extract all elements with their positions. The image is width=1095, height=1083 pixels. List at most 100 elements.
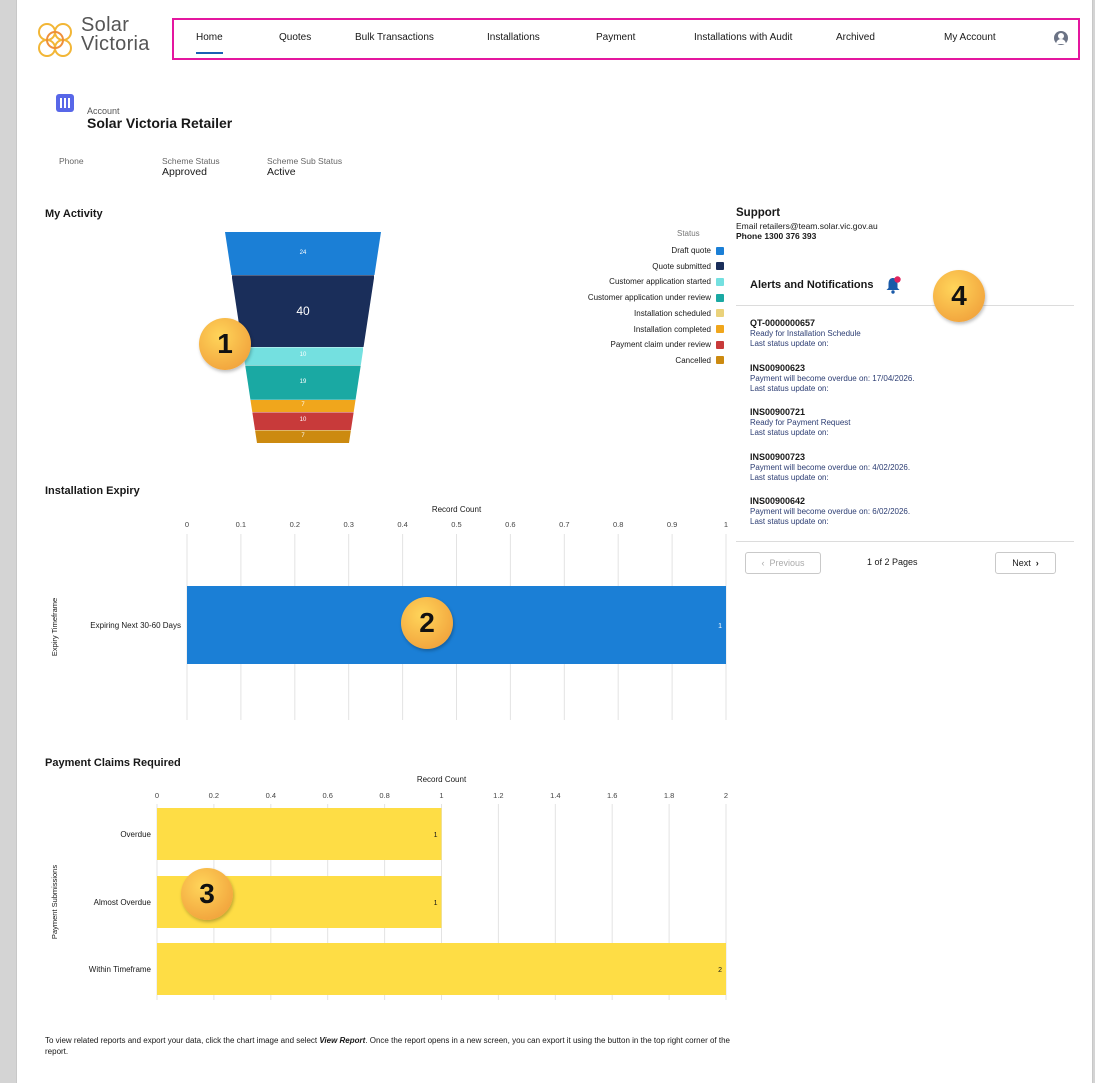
category-label: Almost Overdue (94, 898, 152, 907)
alert-message: Payment will become overdue on: 6/02/202… (750, 507, 911, 516)
funnel-value-label: 10 (299, 417, 307, 424)
legend-swatch (716, 309, 724, 318)
legend-item: Cancelled (675, 356, 724, 365)
nav-archived[interactable]: Archived (836, 20, 875, 58)
legend-label: Customer application under review (587, 293, 711, 303)
x-tick-label: 0.2 (290, 520, 300, 529)
x-tick-label: 0.3 (343, 520, 353, 529)
funnel-value-label: 40 (296, 304, 310, 319)
funnel-value-label: 24 (299, 249, 307, 256)
user-avatar-icon[interactable] (1054, 31, 1068, 45)
legend-item: Payment claim under review (611, 340, 724, 349)
x-tick-label: 0 (185, 520, 189, 529)
nav-bulk-transactions[interactable]: Bulk Transactions (355, 20, 434, 58)
alert-last-update: Last status update on: (750, 428, 829, 437)
pager-divider (736, 541, 1074, 542)
scheme-status-value: Approved (162, 166, 207, 178)
previous-page-button[interactable]: ‹ Previous (745, 552, 821, 574)
alert-last-update: Last status update on: (750, 339, 829, 348)
category-label: Within Timeframe (89, 965, 152, 974)
alerts-divider (736, 305, 1074, 306)
legend-label: Cancelled (675, 355, 711, 365)
callout-1: 1 (199, 318, 251, 370)
chevron-right-icon: › (1030, 558, 1039, 568)
payment-claims-title: Payment Claims Required (45, 757, 181, 769)
nav-payment[interactable]: Payment (596, 20, 635, 58)
nav-installations[interactable]: Installations (487, 20, 540, 58)
alert-item[interactable]: QT-0000000657 Ready for Installation Sche… (750, 318, 1070, 349)
legend-swatch (716, 246, 724, 255)
legend-label: Draft quote (671, 246, 711, 255)
funnel-value-label: 7 (301, 402, 305, 409)
alert-record-id[interactable]: INS00900623 (750, 363, 1070, 374)
account-name: Solar Victoria Retailer (87, 115, 233, 131)
x-axis-title: Record Count (417, 775, 467, 784)
alert-item[interactable]: INS00900642 Payment will become overdue o… (750, 496, 1070, 527)
next-page-button[interactable]: Next › (995, 552, 1056, 574)
previous-label: Previous (769, 558, 805, 568)
funnel-value-label: 10 (299, 352, 307, 359)
nav-my-account[interactable]: My Account (944, 20, 996, 58)
main-navigation: Home Quotes Bulk Transactions Installati… (172, 18, 1080, 60)
callout-4: 4 (933, 270, 985, 322)
alert-record-id[interactable]: INS00900723 (750, 452, 1070, 463)
legend-item: Customer application under review (588, 293, 724, 302)
nav-installations-with-audit[interactable]: Installations with Audit (694, 20, 792, 58)
alert-item[interactable]: INS00900723 Payment will become overdue o… (750, 452, 1070, 483)
nav-home[interactable]: Home (196, 24, 223, 54)
x-tick-label: 0.1 (236, 520, 246, 529)
alert-message: Payment will become overdue on: 4/02/202… (750, 463, 911, 472)
alert-last-update: Last status update on: (750, 384, 829, 393)
bar[interactable] (187, 586, 726, 664)
bar[interactable] (157, 943, 726, 995)
alert-item[interactable]: INS00900623 Payment will become overdue o… (750, 363, 1070, 394)
alert-last-update: Last status update on: (750, 473, 829, 482)
funnel-value-label: 19 (299, 378, 307, 385)
bell-icon[interactable] (885, 276, 901, 294)
category-label: Expiring Next 30-60 Days (90, 621, 181, 630)
solar-victoria-logo[interactable]: Solar Victoria (35, 15, 175, 64)
logo-mark-icon (38, 23, 72, 57)
alert-record-id[interactable]: QT-0000000657 (750, 318, 1070, 329)
legend-title: Status (677, 229, 700, 238)
x-axis-title: Record Count (432, 505, 482, 514)
x-tick-label: 1 (724, 520, 728, 529)
legend-swatch (716, 356, 724, 365)
alert-message: Ready for Payment Request (750, 418, 851, 427)
alert-item[interactable]: INS00900721 Ready for Payment Request Last… (750, 407, 1070, 438)
callout-2: 2 (401, 597, 453, 649)
scheme-status-label: Scheme Status (162, 156, 220, 166)
legend-item: Installation scheduled (634, 309, 724, 318)
footer-instructions: To view related reports and export your … (45, 1035, 735, 1057)
legend-label: Installation completed (633, 324, 711, 334)
legend-label: Installation scheduled (634, 308, 711, 318)
bar-value-label: 1 (434, 900, 438, 907)
payment-claims-chart[interactable]: Record Count 0 0.2 0.4 0.6 0.8 1 1.2 1.4 1.6 1.8 2 P… (45, 772, 745, 1002)
x-tick-label: 0.6 (322, 791, 332, 800)
bar-value-label: 1 (718, 623, 722, 630)
y-axis-title: Payment Submissions (50, 865, 59, 939)
alert-record-id[interactable]: INS00900721 (750, 407, 1070, 418)
nav-quotes[interactable]: Quotes (279, 20, 311, 58)
funnel-value-label: 7 (301, 432, 305, 439)
alerts-title: Alerts and Notifications (750, 279, 874, 291)
bar-value-label: 1 (434, 832, 438, 839)
footer-text-1: To view related reports and export your … (45, 1036, 320, 1045)
legend-label: Payment claim under review (610, 340, 711, 350)
support-email[interactable]: Email retailers@team.solar.vic.gov.au (736, 221, 878, 231)
x-tick-label: 0.7 (559, 520, 569, 529)
legend-swatch (716, 277, 724, 286)
legend-item: Quote submitted (652, 262, 724, 271)
support-phone: Phone 1300 376 393 (736, 231, 817, 241)
x-tick-label: 1.2 (493, 791, 503, 800)
bar[interactable] (157, 808, 442, 860)
scheme-sub-status-value: Active (267, 166, 296, 178)
legend-swatch (716, 325, 724, 333)
installation-expiry-chart[interactable]: Record Count 0 0.1 0.2 0.3 0.4 0.5 0.6 0.7 0.8 0.9… (45, 500, 745, 722)
x-tick-label: 0.9 (667, 520, 677, 529)
x-tick-label: 1.8 (664, 791, 674, 800)
page-indicator: 1 of 2 Pages (867, 557, 918, 567)
page: Solar Victoria Home Quotes Bulk Transact… (16, 0, 1093, 1083)
legend-item: Draft quote (671, 246, 724, 255)
alert-record-id[interactable]: INS00900642 (750, 496, 1070, 507)
